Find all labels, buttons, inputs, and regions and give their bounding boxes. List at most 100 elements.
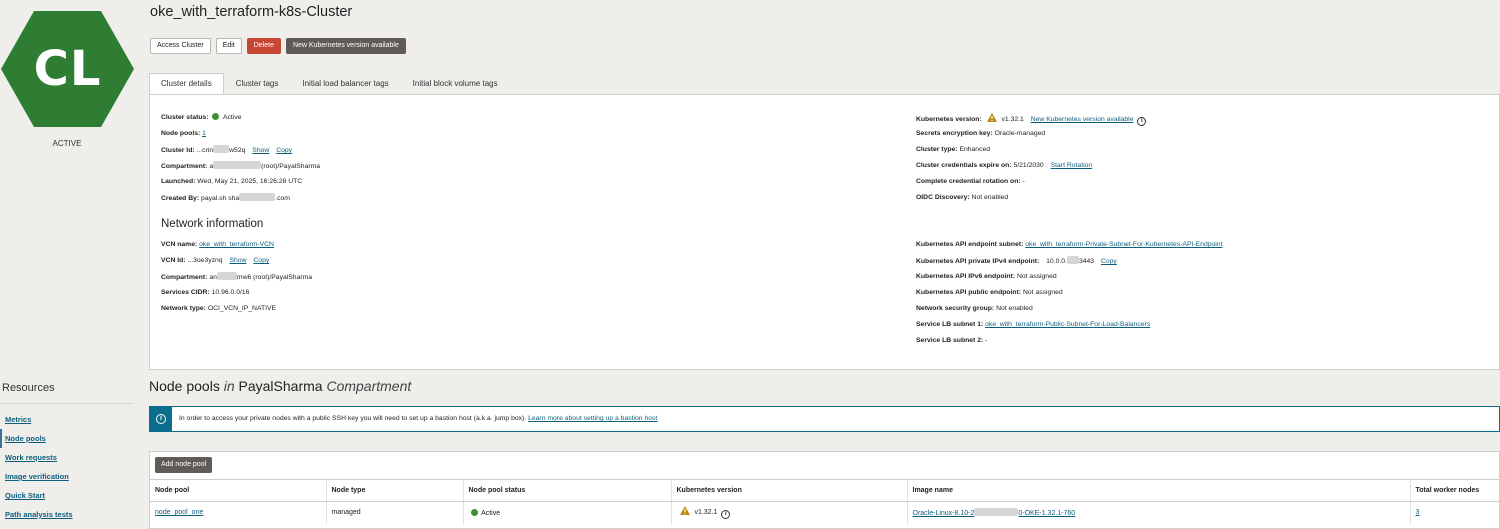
bastion-learn-more-link[interactable]: Learn more about setting up a bastion ho…	[528, 415, 657, 422]
resource-item-metrics[interactable]: Metrics	[0, 410, 134, 429]
cluster-avatar: CL	[1, 11, 134, 127]
value-created-by-suffix: .com	[275, 195, 290, 202]
redacted-block	[216, 272, 237, 280]
vcn-id-copy-link[interactable]: Copy	[253, 257, 269, 264]
edit-button[interactable]: Edit	[215, 38, 242, 54]
column-header-k8s-version[interactable]: Kubernetes version	[671, 479, 908, 502]
row-cluster-type: Cluster type: Enhanced	[916, 145, 990, 155]
column-header-status[interactable]: Node pool status	[463, 479, 672, 502]
status-active-icon	[212, 113, 220, 120]
resource-item-work-requests[interactable]: Work requests	[0, 448, 134, 467]
row-cluster-status: Cluster status: Active	[161, 113, 242, 123]
vcn-name-link[interactable]: oke_with_terraform-VCN	[199, 241, 274, 248]
tab-block-volume-tags[interactable]: Initial block volume tags	[401, 73, 510, 95]
info-icon[interactable]: i	[1137, 117, 1147, 126]
column-header-node-type[interactable]: Node type	[326, 479, 464, 502]
row-api-endpoint-subnet: Kubernetes API endpoint subnet: oke_with…	[916, 240, 1222, 250]
image-name-suffix: 0-OKE-1.32.1-760	[1018, 510, 1076, 518]
cluster-state-label: ACTIVE	[52, 139, 82, 148]
upgrade-version-button[interactable]: New Kubernetes version available	[285, 38, 406, 54]
node-pools-table-panel: Add node pool Node pool Node type Node p…	[149, 451, 1500, 529]
node-pools-count-link[interactable]: 1	[202, 130, 206, 137]
label-cluster-type: Cluster type:	[916, 146, 958, 153]
lb-subnet-1-link[interactable]: oke_with_terraform-Public-Subnet-For-Loa…	[985, 321, 1150, 328]
ipv4-copy-link[interactable]: Copy	[1101, 258, 1117, 265]
row-compartment: Compartment: a (root)/PayalSharma	[161, 161, 320, 171]
network-info-heading: Network information	[161, 218, 264, 230]
label-secrets-key: Secrets encryption key:	[916, 130, 993, 137]
vcn-id-show-link[interactable]: Show	[229, 257, 246, 264]
alert-message: In order to access your private nodes wi…	[179, 415, 657, 422]
value-cluster-id-suffix: w52q	[229, 147, 246, 154]
details-tabs: Cluster details Cluster tags Initial loa…	[149, 73, 510, 95]
row-credential-rotation: Complete credential rotation on: -	[916, 177, 1025, 187]
value-credentials-expire: 5/21/2030	[1013, 162, 1044, 169]
node-pools-in-word: in	[223, 378, 235, 394]
value-cluster-id-prefix: ...crin	[196, 147, 214, 154]
label-cluster-status: Cluster status:	[161, 114, 209, 121]
row-node-pools: Node pools: 1	[161, 129, 206, 139]
worker-nodes-count-link[interactable]: 3	[1416, 509, 1420, 516]
image-name-link[interactable]: Oracle-Linux-8.10-2 0-OKE-1.32.1-760	[913, 508, 1076, 518]
cell-worker-nodes: 3	[1410, 502, 1500, 524]
row-lb-subnet-2: Service LB subnet 2: -	[916, 336, 987, 346]
redacted-block	[213, 145, 230, 153]
row-public-endpoint: Kubernetes API public endpoint: Not assi…	[916, 288, 1063, 298]
cluster-details-panel: Cluster status: Active Node pools: 1 Clu…	[149, 94, 1500, 370]
label-nsg: Network security group:	[916, 305, 995, 312]
new-version-link[interactable]: New Kubernetes version available	[1031, 116, 1134, 123]
api-endpoint-subnet-link[interactable]: oke_with_terraform-Private-Subnet-For-Ku…	[1025, 241, 1222, 248]
tab-load-balancer-tags[interactable]: Initial load balancer tags	[290, 73, 400, 95]
label-cluster-id: Cluster Id:	[161, 147, 195, 154]
delete-button[interactable]: Delete	[246, 38, 281, 54]
node-pool-name-link[interactable]: node_pool_one	[155, 509, 203, 516]
value-credential-rotation: -	[1022, 178, 1025, 185]
column-header-node-pool[interactable]: Node pool	[150, 479, 327, 502]
row-network-compartment: Compartment: an mw6 (root)/PayalSharma	[161, 272, 312, 282]
cell-image-name: Oracle-Linux-8.10-2 0-OKE-1.32.1-760	[907, 501, 1411, 524]
value-network-type: OCI_VCN_IP_NATIVE	[207, 305, 277, 312]
value-ipv6-endpoint: Not assigned	[1016, 273, 1057, 280]
resource-item-quick-start[interactable]: Quick Start	[0, 486, 134, 505]
row-cluster-id: Cluster Id: ...crin w52q Show Copy	[161, 145, 292, 155]
tab-cluster-tags[interactable]: Cluster tags	[224, 73, 291, 95]
row-services-cidr: Services CIDR: 10.96.0.0/16	[161, 288, 249, 298]
value-launched: Wed, May 21, 2025, 16:26:28 UTC	[197, 178, 303, 185]
column-header-worker-nodes[interactable]: Total worker nodes	[1410, 479, 1500, 502]
resource-item-image-verification[interactable]: Image verification	[0, 467, 134, 486]
value-network-compartment-prefix: an	[209, 274, 217, 281]
table-row: node_pool_one managed Active v1.32.1 i O…	[150, 501, 1500, 524]
warning-icon	[679, 506, 690, 516]
label-credentials-expire: Cluster credentials expire on:	[916, 162, 1012, 169]
value-cluster-type: Enhanced	[959, 146, 991, 153]
node-pools-heading: Node pools in PayalSharma Compartment	[149, 378, 411, 394]
add-node-pool-button[interactable]: Add node pool	[155, 457, 213, 473]
label-k8s-version: Kubernetes version:	[916, 116, 982, 123]
row-k8s-version: Kubernetes version: v1.32.1 New Kubernet…	[916, 113, 1147, 126]
value-compartment-suffix: (root)/PayalSharma	[261, 163, 321, 170]
value-created-by-prefix: payal.sh sha	[201, 195, 240, 202]
start-rotation-link[interactable]: Start Rotation	[1051, 162, 1093, 169]
row-vcn-name: VCN name: oke_with_terraform-VCN	[161, 240, 274, 250]
label-ipv6-endpoint: Kubernetes API IPv6 endpoint:	[916, 273, 1016, 280]
row-created-by: Created By: payal.sh sha .com	[161, 193, 290, 203]
node-pool-status: Active	[481, 509, 501, 517]
value-lb-subnet-2: -	[985, 337, 988, 344]
cell-node-pool: node_pool_one	[150, 501, 327, 524]
row-credentials-expire: Cluster credentials expire on: 5/21/2030…	[916, 161, 1092, 171]
column-header-image-name[interactable]: Image name	[907, 479, 1411, 502]
value-private-ipv4-prefix: 10.0.0.	[1046, 258, 1067, 265]
redacted-block	[974, 508, 1019, 517]
label-created-by: Created By:	[161, 195, 200, 202]
value-oidc-discovery: Not enabled	[971, 194, 1009, 201]
value-network-compartment-suffix: mw6 (root)/PayalSharma	[236, 274, 313, 281]
resource-item-node-pools[interactable]: Node pools	[0, 429, 134, 448]
info-icon[interactable]: i	[721, 510, 731, 520]
cluster-id-copy-link[interactable]: Copy	[276, 147, 292, 154]
value-nsg: Not enabled	[996, 305, 1033, 312]
cluster-id-show-link[interactable]: Show	[252, 147, 269, 154]
resource-item-path-analysis[interactable]: Path analysis tests	[0, 505, 134, 524]
access-cluster-button[interactable]: Access Cluster	[150, 38, 211, 54]
label-network-compartment: Compartment:	[161, 274, 208, 281]
tab-cluster-details[interactable]: Cluster details	[149, 73, 224, 95]
